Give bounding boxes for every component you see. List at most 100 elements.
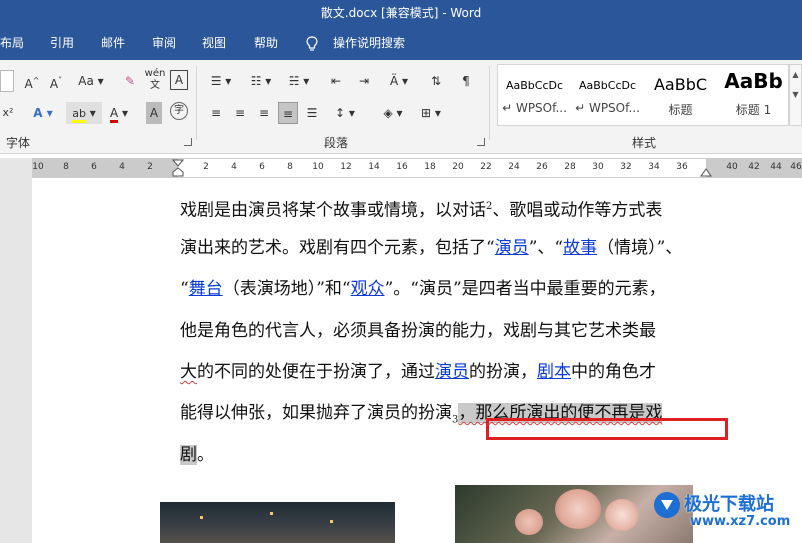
ribbon: A^ A˅ Aa ▾ ✎ wén 文 A x² A ▾ ab ▾ A ▾ A 字 … — [0, 60, 802, 154]
tab-references[interactable]: 引用 — [50, 27, 74, 60]
style-heading1[interactable]: AaBb 标题 1 — [717, 65, 788, 125]
group-separator — [196, 66, 197, 140]
font-group-label: 字体 — [6, 136, 31, 150]
watermark-text: 极光下载站 — [684, 494, 774, 515]
scroll-down-icon[interactable]: ▼ — [790, 85, 801, 105]
ruler-tick: 36 — [676, 162, 688, 172]
numbering-icon[interactable]: ☷ ▾ — [246, 70, 276, 92]
borders-icon[interactable]: ⊞ ▾ — [416, 102, 446, 124]
hyperlink-audience[interactable]: 观众 — [351, 279, 385, 299]
bullets-icon[interactable]: ☰ ▾ — [206, 70, 236, 92]
document-image-night-street[interactable] — [160, 502, 395, 543]
indent-marker-icon[interactable] — [172, 159, 184, 177]
increase-indent-icon[interactable]: ⇥ — [354, 70, 374, 92]
ruler-tick: 22 — [480, 162, 492, 172]
shading-icon[interactable]: ◈ ▾ — [378, 102, 408, 124]
paragraph-line: 演出来的艺术。戏剧有四个元素，包括了“演员”、“故事（情境）”、 — [180, 238, 683, 258]
hyperlink-actor-2[interactable]: 演员 — [435, 362, 469, 382]
font-size-box[interactable] — [0, 70, 14, 92]
annotation-red-box — [486, 418, 728, 440]
grow-font-button[interactable]: A^ — [22, 70, 42, 92]
paragraph-line: 剧。 — [180, 445, 214, 465]
sort-icon[interactable]: ⇅ — [426, 70, 446, 92]
style-normal[interactable]: AaBbCcDc ↵ WPSOf... — [498, 65, 571, 125]
styles-scroll[interactable]: ▲ ▼ — [789, 64, 802, 126]
watermark-logo-icon — [654, 492, 680, 518]
ruler-tick: 32 — [620, 162, 632, 172]
ruler-tick: 10 — [32, 162, 44, 172]
rose-shape — [515, 509, 543, 535]
horizontal-ruler[interactable]: 10 8 6 4 2 2 4 6 8 10 12 14 16 18 20 22 … — [32, 158, 802, 178]
ruler-tick: 10 — [312, 162, 324, 172]
highlighted-text[interactable]: 剧 — [180, 445, 197, 465]
ruler-tick: 40 — [726, 162, 738, 172]
distributed-icon[interactable]: ☰ — [302, 102, 322, 124]
align-left-icon[interactable]: ≡ — [206, 102, 226, 124]
char-shading-icon[interactable]: A — [146, 102, 162, 124]
lightbulb-icon — [306, 36, 318, 51]
shrink-font-button[interactable]: A˅ — [46, 70, 66, 92]
tab-help[interactable]: 帮助 — [254, 27, 278, 60]
hyperlink-actor[interactable]: 演员 — [495, 238, 529, 258]
style-body[interactable]: AaBbCcDc ↵ WPSOf... — [571, 65, 644, 125]
ruler-tick: 12 — [340, 162, 352, 172]
paragraph-line: 戏剧是由演员将某个故事或情境，以对话2、歌唱或动作等方式表 — [180, 200, 663, 221]
paragraph-dialog-launcher-icon[interactable] — [477, 138, 485, 146]
tab-layout[interactable]: 布局 — [0, 27, 24, 60]
phonetic-guide-icon[interactable]: wén 文 — [144, 68, 166, 91]
enclose-char-icon[interactable]: 字 — [170, 102, 188, 120]
line-spacing-icon[interactable]: ↕ ▾ — [330, 102, 360, 124]
ruler-tick: 8 — [63, 162, 69, 172]
ruler-tick: 28 — [564, 162, 576, 172]
justify-icon[interactable]: ≡ — [278, 102, 298, 124]
tell-me-search[interactable]: 操作说明搜索 — [333, 27, 405, 60]
scroll-up-icon[interactable]: ▲ — [790, 65, 801, 85]
ruler-tick: 4 — [231, 162, 237, 172]
align-center-icon[interactable]: ≡ — [230, 102, 250, 124]
decrease-indent-icon[interactable]: ⇤ — [326, 70, 346, 92]
highlight-color-button[interactable]: ab ▾ — [66, 102, 102, 124]
ruler-tick: 34 — [648, 162, 660, 172]
ribbon-tabs: 布局 引用 邮件 审阅 视图 帮助 操作说明搜索 — [0, 27, 802, 60]
superscript-icon[interactable]: x² — [0, 102, 16, 124]
ruler-tick: 30 — [592, 162, 604, 172]
light-dot — [330, 520, 333, 523]
paragraph-group-label: 段落 — [324, 136, 349, 150]
ruler-tick: 2 — [203, 162, 209, 172]
tab-view[interactable]: 视图 — [202, 27, 226, 60]
paragraph-line: 他是角色的代言人，必须具备扮演的能力，戏剧与其它艺术类最 — [180, 321, 656, 341]
hyperlink-stage[interactable]: 舞台 — [189, 279, 223, 299]
change-case-button[interactable]: Aa ▾ — [74, 70, 108, 92]
tab-mailings[interactable]: 邮件 — [101, 27, 125, 60]
clear-format-icon[interactable]: ✎ — [120, 70, 140, 92]
multilevel-list-icon[interactable]: ☵ ▾ — [284, 70, 314, 92]
chinese-layout-icon[interactable]: Ä ▾ — [384, 70, 414, 92]
paragraph-line: 大的不同的处便在于扮演了，通过演员的扮演，剧本中的角色才 — [180, 362, 656, 382]
ruler-tick: 8 — [287, 162, 293, 172]
text-effects-icon[interactable]: A ▾ — [30, 102, 56, 124]
font-color-button[interactable]: A ▾ — [106, 102, 132, 124]
align-right-icon[interactable]: ≡ — [254, 102, 274, 124]
ruler-tick: 44 — [770, 162, 782, 172]
ruler-tick: 6 — [259, 162, 265, 172]
window-title: 散文.docx [兼容模式] - Word — [320, 6, 482, 20]
tab-review[interactable]: 审阅 — [152, 27, 176, 60]
char-border-icon[interactable]: A — [170, 70, 188, 90]
right-indent-marker-icon[interactable] — [700, 167, 712, 177]
hyperlink-story[interactable]: 故事 — [563, 238, 597, 258]
group-separator — [489, 66, 490, 140]
ruler-tick: 26 — [536, 162, 548, 172]
show-marks-icon[interactable]: ¶ — [458, 70, 474, 92]
hyperlink-script[interactable]: 剧本 — [537, 362, 571, 382]
ruler-tick: 24 — [508, 162, 520, 172]
watermark-url: www.xz7.com — [690, 514, 791, 529]
ruler-tick: 18 — [424, 162, 436, 172]
rose-shape — [605, 499, 639, 531]
ruler-tick: 42 — [748, 162, 760, 172]
font-dialog-launcher-icon[interactable] — [184, 138, 192, 146]
styles-group-label: 样式 — [632, 136, 657, 150]
ruler-tick: 16 — [396, 162, 408, 172]
ruler-tick: 2 — [147, 162, 153, 172]
ruler-tick: 20 — [452, 162, 464, 172]
style-title[interactable]: AaBbC 标题 — [644, 65, 717, 125]
